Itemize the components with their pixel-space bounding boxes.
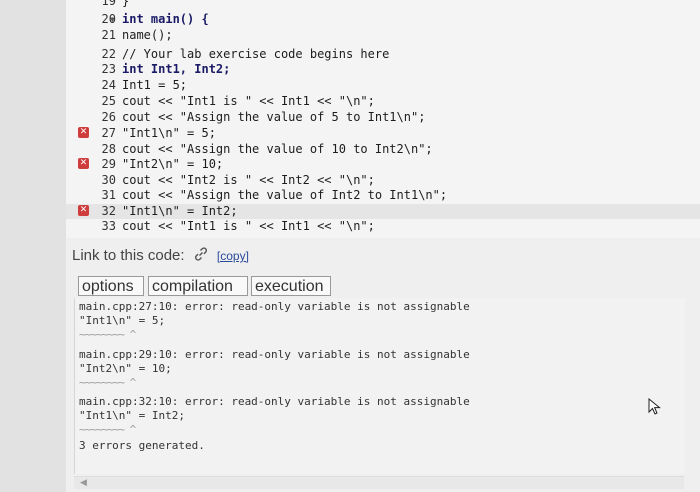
code-text: cout << "Assign the value of 10 to Int2\…: [122, 142, 433, 156]
link-to-code-row: Link to this code: [copy]: [72, 246, 249, 268]
tab-options[interactable]: options: [78, 276, 144, 296]
line-number: 31: [101, 188, 116, 202]
line-number: 19: [101, 0, 116, 8]
line-number: 26: [101, 110, 116, 124]
copy-link[interactable]: [copy]: [217, 249, 249, 263]
error-caret: ~~~~~~~~ ^: [79, 423, 136, 436]
fold-arrow-icon[interactable]: ▼: [110, 12, 115, 27]
tab-compilation[interactable]: compilation: [148, 276, 248, 296]
code-text: }: [122, 0, 130, 8]
compiler-output: main.cpp:27:10: error: read-only variabl…: [74, 298, 685, 474]
code-text: "Int2\n" = 10;: [122, 157, 224, 171]
code-text: "Int1\n" = 5;: [122, 126, 216, 140]
code-text: cout << "Assign the value of 5 to Int1\n…: [122, 110, 426, 124]
error-caret: ~~~~~~~~ ^: [79, 328, 136, 341]
code-line[interactable]: 24 Int1 = 5;: [66, 78, 700, 93]
code-editor[interactable]: 19 } 20 ▼ int main() { 21 name(); 22 // …: [66, 0, 700, 238]
error-caret: ~~~~~~~~ ^: [79, 376, 136, 389]
code-text: cout << "Int1 is " << Int1 << "\n";: [122, 94, 375, 108]
code-line[interactable]: 20 ▼ int main() {: [66, 12, 700, 27]
error-message: main.cpp:29:10: error: read-only variabl…: [79, 348, 470, 361]
code-line[interactable]: 28 cout << "Assign the value of 10 to In…: [66, 142, 700, 157]
error-message: main.cpp:27:10: error: read-only variabl…: [79, 300, 470, 313]
line-number: 22: [101, 47, 116, 61]
code-text: cout << "Assign the value of Int2 to Int…: [122, 188, 448, 202]
code-line[interactable]: ✕ 27 "Int1\n" = 5;: [66, 126, 700, 141]
code-line[interactable]: 33 cout << "Int1 is " << Int1 << "\n";: [66, 219, 700, 234]
code-text: cout << "Int1 is " << Int1 << "\n";: [122, 219, 375, 233]
error-summary: 3 errors generated.: [79, 439, 205, 452]
error-message: main.cpp:32:10: error: read-only variabl…: [79, 395, 470, 408]
mouse-cursor-icon: [648, 397, 662, 420]
line-number: 23: [101, 62, 116, 76]
code-line[interactable]: ✕ 29 "Int2\n" = 10;: [66, 157, 700, 172]
code-line[interactable]: 21 name();: [66, 28, 700, 43]
line-number: 32: [101, 204, 116, 218]
code-line[interactable]: 25 cout << "Int1 is " << Int1 << "\n";: [66, 94, 700, 109]
code-text: name();: [122, 28, 173, 42]
code-line[interactable]: 26 cout << "Assign the value of 5 to Int…: [66, 110, 700, 125]
tab-execution[interactable]: execution: [251, 276, 331, 296]
left-panel: [0, 0, 66, 492]
code-text: int Int1, Int2;: [122, 62, 231, 76]
link-label: Link to this code:: [72, 246, 185, 264]
line-number: 33: [101, 219, 116, 233]
horizontal-scrollbar[interactable]: ◀: [74, 476, 684, 489]
code-line-active[interactable]: ✕ 32 "Int1\n" = Int2;: [66, 204, 700, 219]
code-text: // Your lab exercise code begins here: [122, 47, 390, 61]
code-text: "Int1\n" = Int2;: [122, 204, 238, 218]
code-line[interactable]: 23 int Int1, Int2;: [66, 62, 700, 77]
code-text: cout << "Int2 is " << Int2 << "\n";: [122, 173, 375, 187]
line-number: 29: [101, 157, 116, 171]
line-number: 20: [101, 12, 116, 26]
line-number: 24: [101, 78, 116, 92]
code-line[interactable]: 19 }: [66, 0, 700, 9]
line-number: 28: [101, 142, 116, 156]
line-number: 25: [101, 94, 116, 108]
code-line[interactable]: 22 // Your lab exercise code begins here: [66, 47, 700, 62]
chain-link-icon[interactable]: [193, 246, 209, 266]
line-number: 27: [101, 126, 116, 140]
error-source: "Int1\n" = 5;: [79, 314, 166, 327]
line-number: 21: [101, 28, 116, 42]
line-number: 30: [101, 173, 116, 187]
error-source: "Int2\n" = 10;: [79, 362, 172, 375]
error-source: "Int1\n" = Int2;: [79, 409, 185, 422]
code-line[interactable]: 30 cout << "Int2 is " << Int2 << "\n";: [66, 173, 700, 188]
code-text: Int1 = 5;: [122, 78, 188, 92]
scroll-left-arrow-icon[interactable]: ◀: [80, 477, 87, 489]
code-line[interactable]: 31 cout << "Assign the value of Int2 to …: [66, 188, 700, 203]
code-text: int main() {: [122, 12, 209, 26]
